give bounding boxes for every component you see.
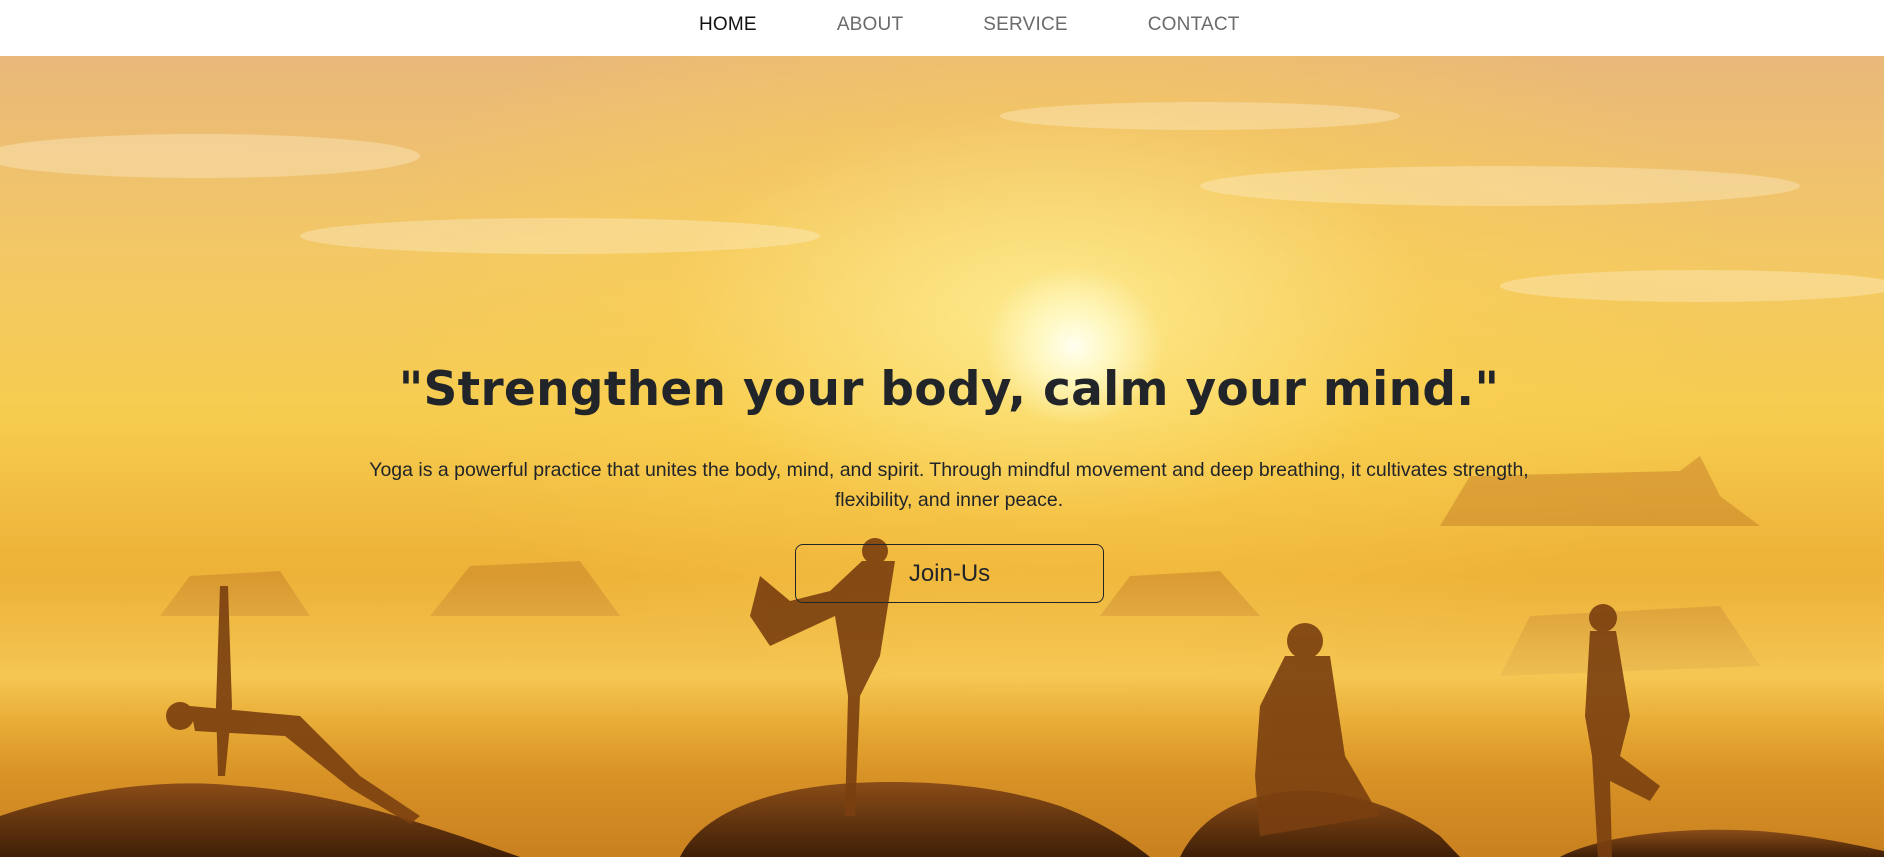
nav-item-contact[interactable]: CONTACT <box>1148 14 1240 36</box>
nav-item-home[interactable]: HOME <box>699 14 757 36</box>
hero-section: "Strengthen your body, calm your mind." … <box>0 56 1884 857</box>
cloud-layer <box>0 102 1884 302</box>
top-navbar: HOME ABOUT SERVICE CONTACT <box>0 0 1884 56</box>
join-us-button[interactable]: Join-Us <box>795 544 1104 603</box>
hero-description: Yoga is a powerful practice that unites … <box>369 459 1529 511</box>
nav-menu: HOME ABOUT SERVICE CONTACT <box>699 0 1240 50</box>
nav-item-service[interactable]: SERVICE <box>983 14 1067 36</box>
nav-item-about[interactable]: ABOUT <box>837 14 903 36</box>
hero-title: "Strengthen your body, calm your mind." <box>398 362 1500 417</box>
